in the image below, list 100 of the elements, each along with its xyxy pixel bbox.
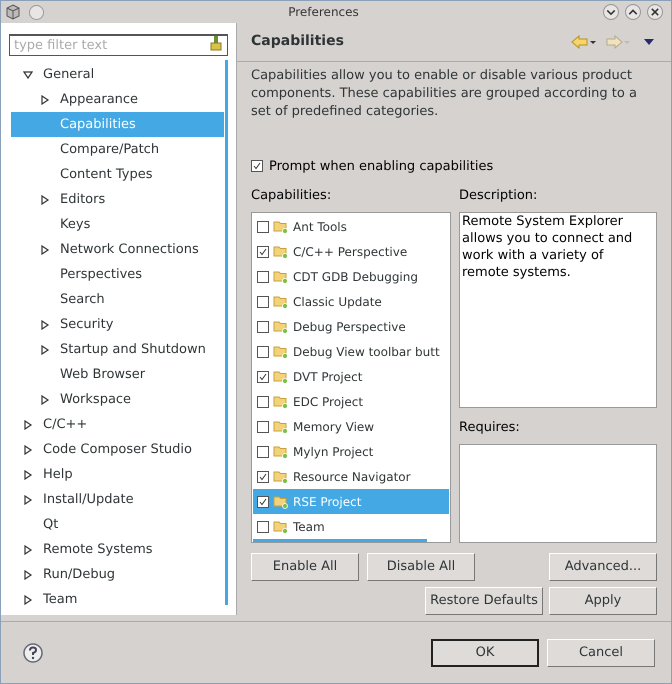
collapsed-arrow-icon[interactable] xyxy=(40,94,50,104)
tree-item[interactable]: Team xyxy=(11,587,224,612)
tree-item[interactable]: Run/Debug xyxy=(11,562,224,587)
capability-item[interactable]: C/C++ Perspective xyxy=(253,239,449,264)
advanced-button[interactable]: Advanced... xyxy=(549,553,657,581)
tree-item[interactable]: Help xyxy=(11,462,224,487)
checkbox[interactable] xyxy=(257,320,269,332)
folder-icon xyxy=(273,420,289,434)
capability-item[interactable]: Debug Perspective xyxy=(253,314,449,339)
ok-button[interactable]: OK xyxy=(431,638,539,666)
filter-field[interactable]: type filter text xyxy=(9,34,228,56)
checkbox[interactable] xyxy=(257,370,269,382)
minimize-icon[interactable] xyxy=(603,4,619,20)
capability-item[interactable]: Memory View xyxy=(253,414,449,439)
capability-item[interactable]: Debug View toolbar butt xyxy=(253,339,449,364)
collapsed-arrow-icon[interactable] xyxy=(23,420,33,430)
checkbox-label[interactable]: Prompt when enabling capabilities xyxy=(269,156,494,176)
folder-icon xyxy=(273,470,289,484)
close-icon[interactable] xyxy=(647,4,663,20)
collapsed-arrow-icon[interactable] xyxy=(40,244,50,254)
folder-icon xyxy=(273,370,289,384)
checkbox[interactable] xyxy=(257,296,269,308)
collapsed-arrow-icon[interactable] xyxy=(23,470,33,480)
checkbox[interactable] xyxy=(257,496,269,508)
back-arrow-icon[interactable] xyxy=(571,34,597,49)
checkbox[interactable] xyxy=(257,396,269,408)
apply-button[interactable]: Apply xyxy=(549,587,657,615)
folder-icon xyxy=(273,320,289,334)
tree-item[interactable]: Qt xyxy=(11,512,224,537)
folder-icon xyxy=(273,394,289,408)
checkbox[interactable] xyxy=(257,346,269,358)
restore-defaults-button[interactable]: Restore Defaults xyxy=(425,587,543,615)
capability-item[interactable]: Classic Update xyxy=(253,289,449,314)
description-label: Description: xyxy=(459,187,538,205)
capabilities-label: Capabilities: xyxy=(251,187,332,205)
capability-item[interactable]: EDC Project xyxy=(253,389,449,414)
checkbox[interactable] xyxy=(257,520,269,532)
capability-item[interactable]: Team xyxy=(253,514,449,539)
folder-icon xyxy=(273,344,289,358)
checkbox[interactable] xyxy=(257,446,269,458)
folder-icon xyxy=(273,270,289,284)
tree-item[interactable]: Compare/Patch xyxy=(11,137,224,162)
scrollbar[interactable] xyxy=(253,539,427,542)
capability-item[interactable]: Ant Tools xyxy=(253,214,449,239)
checkbox[interactable] xyxy=(257,470,269,482)
tree-item[interactable]: Workspace xyxy=(11,387,224,412)
tree-item[interactable]: General xyxy=(11,62,224,87)
tree-item[interactable]: Search xyxy=(11,287,224,312)
check-icon xyxy=(259,372,267,380)
checkbox[interactable] xyxy=(257,220,269,232)
scrollbar[interactable] xyxy=(225,60,228,605)
tree-item[interactable]: Appearance xyxy=(11,87,224,112)
dropdown-icon[interactable] xyxy=(643,38,655,46)
disable-all-button[interactable]: Disable All xyxy=(367,553,475,581)
checkbox[interactable] xyxy=(257,420,269,432)
capability-item[interactable]: Resource Navigator xyxy=(253,464,449,489)
check-icon xyxy=(259,472,267,480)
check-icon xyxy=(259,248,267,256)
tree-item[interactable]: Security xyxy=(11,312,224,337)
maximize-icon[interactable] xyxy=(625,4,641,20)
folder-icon xyxy=(273,294,289,308)
capability-item[interactable]: CDT GDB Debugging xyxy=(253,264,449,289)
help-icon[interactable] xyxy=(23,642,43,662)
tree-item[interactable]: Network Connections xyxy=(11,237,224,262)
collapsed-arrow-icon[interactable] xyxy=(40,194,50,204)
cancel-button[interactable]: Cancel xyxy=(547,638,655,666)
collapsed-arrow-icon[interactable] xyxy=(40,344,50,354)
folder-icon xyxy=(273,520,289,534)
collapsed-arrow-icon[interactable] xyxy=(40,394,50,404)
folder-icon xyxy=(273,220,289,234)
collapsed-arrow-icon[interactable] xyxy=(23,444,33,454)
tree-item[interactable]: Code Composer Studio xyxy=(11,437,224,462)
intro-text: Capabilities allow you to enable or disable various product components. These capabilities are grouped according to a set of predefined categories. xyxy=(251,66,638,120)
expanded-arrow-icon[interactable] xyxy=(23,70,33,80)
tree-item[interactable]: C/C++ xyxy=(11,412,224,437)
tree-item[interactable]: Perspectives xyxy=(11,262,224,287)
collapsed-arrow-icon[interactable] xyxy=(23,594,33,604)
broom-icon[interactable] xyxy=(209,35,223,51)
page-title: Capabilities xyxy=(251,32,345,52)
collapsed-arrow-icon[interactable] xyxy=(23,544,33,554)
tree-item[interactable]: Editors xyxy=(11,187,224,212)
enable-all-button[interactable]: Enable All xyxy=(251,553,359,581)
cube-icon[interactable] xyxy=(5,4,21,20)
collapsed-arrow-icon[interactable] xyxy=(40,320,50,330)
capability-item[interactable]: DVT Project xyxy=(253,364,449,389)
window-title: Preferences xyxy=(287,4,360,21)
description-box: Remote System Explorer allows you to connect and work with a variety of remote systems. xyxy=(459,212,657,408)
collapsed-arrow-icon[interactable] xyxy=(23,494,33,504)
tree-item[interactable]: Content Types xyxy=(11,162,224,187)
tree-item[interactable]: Remote Systems xyxy=(11,537,224,562)
tree-item[interactable]: Keys xyxy=(11,212,224,237)
checkbox[interactable] xyxy=(257,246,269,258)
tree-item[interactable]: Startup and Shutdown xyxy=(11,337,224,362)
folder-icon xyxy=(273,494,289,508)
checkbox[interactable] xyxy=(251,160,263,172)
tree-item[interactable]: Install/Update xyxy=(11,487,224,512)
tree-item[interactable]: Web Browser xyxy=(11,362,224,387)
collapsed-arrow-icon[interactable] xyxy=(23,570,33,580)
checkbox[interactable] xyxy=(257,270,269,282)
capability-item[interactable]: Mylyn Project xyxy=(253,439,449,464)
